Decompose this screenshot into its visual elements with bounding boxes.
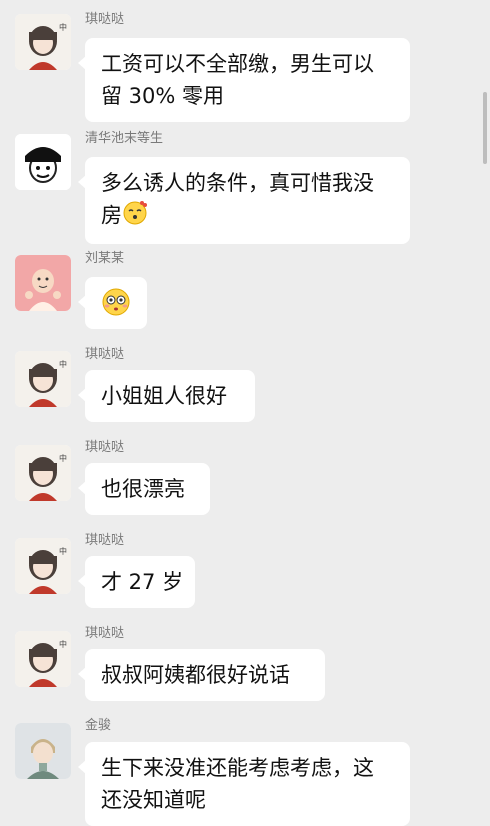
message-bubble[interactable]: 才 27 岁 [78,556,195,608]
message-text-line: 多么诱人的条件，真可惜我没 [101,171,374,195]
message-text-line: 小姐姐人很好 [101,384,227,408]
message-bubble[interactable] [78,277,147,329]
message-text-line: 生下来没准还能考虑考虑，这 [101,756,374,780]
svg-text:中: 中 [59,22,67,32]
message-bubble[interactable]: 也很漂亮 [78,463,210,515]
sender-name: 金骏 [85,718,112,733]
meme-avatar-icon[interactable] [15,134,71,190]
sender-name: 清华池末等生 [85,131,164,146]
message-text-line: 工资可以不全部缴，男生可以 [101,52,374,76]
svg-text:中: 中 [59,639,67,649]
message-bubble[interactable]: 工资可以不全部缴，男生可以 留 30% 零用 [78,38,410,122]
old-man-avatar-icon[interactable] [15,255,71,311]
svg-text:中: 中 [59,453,67,463]
sender-name: 琪哒哒 [85,347,125,362]
kissing-face-icon [122,199,148,234]
message-bubble[interactable]: 多么诱人的条件，真可惜我没 房 [78,157,410,244]
man-avatar-icon[interactable] [15,723,71,779]
message-text-line: 叔叔阿姨都很好说话 [101,663,290,687]
flushed-face-icon [101,287,131,326]
message-bubble[interactable]: 叔叔阿姨都很好说话 [78,649,325,701]
message-text-line: 留 30% 零用 [101,84,225,108]
girl-avatar-icon[interactable]: 中 [15,631,71,687]
message-text-line: 也很漂亮 [101,477,185,501]
sender-name: 琪哒哒 [85,12,125,27]
svg-text:中: 中 [59,359,67,369]
message-text-line: 才 27 岁 [101,570,184,594]
sender-name: 琪哒哒 [85,533,125,548]
message-text-line: 房 [101,203,122,228]
girl-avatar-icon[interactable]: 中 [15,445,71,501]
girl-avatar-icon[interactable]: 中 [15,538,71,594]
sender-name: 琪哒哒 [85,626,125,641]
sender-name: 刘某某 [85,251,125,266]
girl-avatar-icon[interactable]: 中 [15,351,71,407]
scrollbar[interactable] [483,92,487,164]
girl-avatar-icon[interactable]: 中 [15,14,71,70]
message-bubble[interactable]: 生下来没准还能考虑考虑，这 还没知道呢 [78,742,410,826]
sender-name: 琪哒哒 [85,440,125,455]
svg-text:中: 中 [59,546,67,556]
message-text-line: 还没知道呢 [101,788,206,812]
message-bubble[interactable]: 小姐姐人很好 [78,370,255,422]
